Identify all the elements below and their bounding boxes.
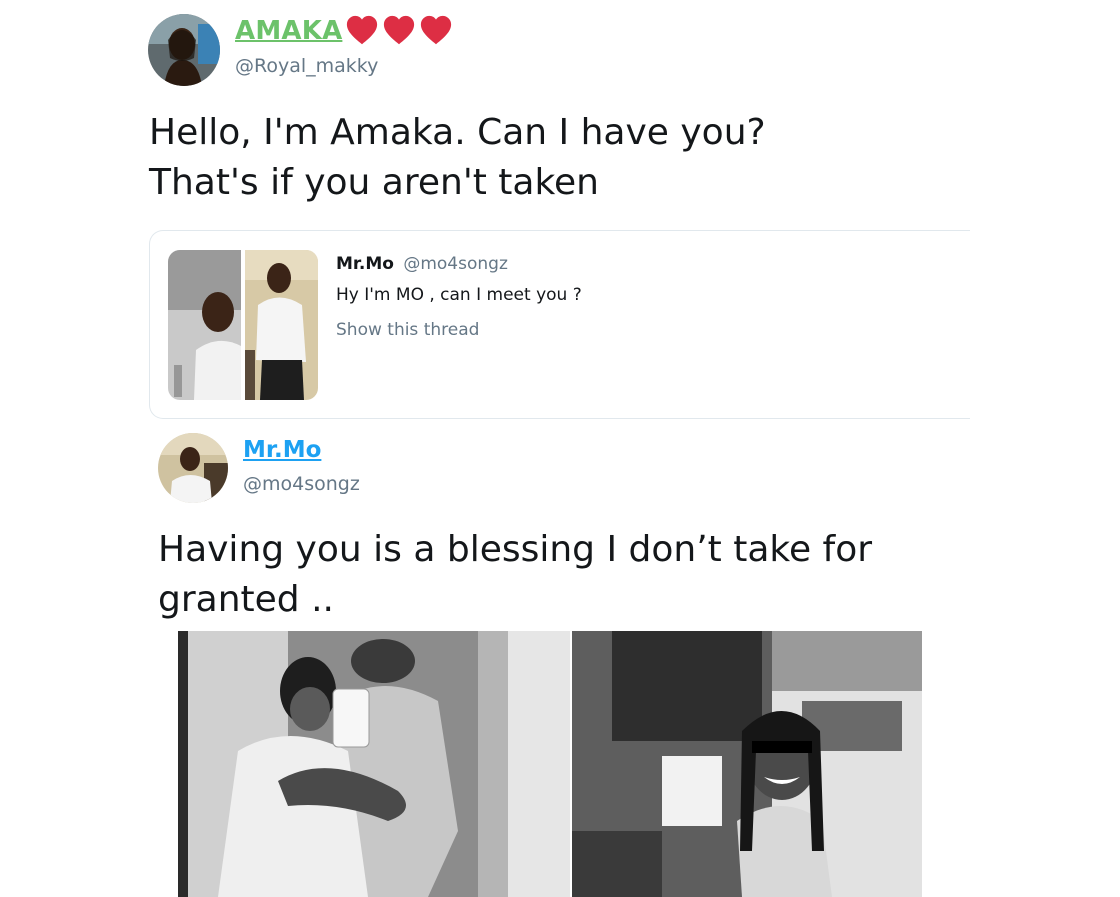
tweet1-text-line2: That's if you aren't taken <box>149 162 599 203</box>
quoted-tweet-handle[interactable]: @mo4songz <box>403 254 508 274</box>
quoted-tweet-header: Mr.Mo @mo4songz <box>336 254 508 274</box>
tweet1-text-line1: Hello, I'm Amaka. Can I have you? <box>149 112 766 153</box>
heart-icon <box>421 15 452 45</box>
quoted-tweet-display-name[interactable]: Mr.Mo <box>336 254 394 274</box>
quoted-tweet-text: Hy I'm MO , can I meet you ? <box>336 285 582 305</box>
show-thread-link[interactable]: Show this thread <box>336 320 479 340</box>
heart-icon <box>384 15 415 45</box>
tweet2-handle[interactable]: @mo4songz <box>243 473 360 495</box>
tweet2-text-line2: granted .. <box>158 579 334 620</box>
tweet2-photo-couple-hug[interactable] <box>178 631 570 897</box>
tweet1-name-row: AMAKA <box>235 14 453 48</box>
tweet1-text: Hello, I'm Amaka. Can I have you? That's… <box>149 108 766 208</box>
tweet1-display-name[interactable]: AMAKA <box>235 16 342 46</box>
tweet2-photo-woman-smiling[interactable] <box>572 631 922 897</box>
avatar-amaka[interactable] <box>148 14 220 86</box>
tweet2-text: Having you is a blessing I don’t take fo… <box>158 525 918 625</box>
tweet2-text-line1: Having you is a blessing I don’t take fo… <box>158 529 873 570</box>
tweet2-display-name[interactable]: Mr.Mo <box>243 437 321 463</box>
tweet1-handle[interactable]: @Royal_makky <box>235 55 378 77</box>
quoted-tweet-media[interactable] <box>168 250 318 400</box>
avatar-mrmo[interactable] <box>158 433 228 503</box>
heart-icon <box>347 15 378 45</box>
